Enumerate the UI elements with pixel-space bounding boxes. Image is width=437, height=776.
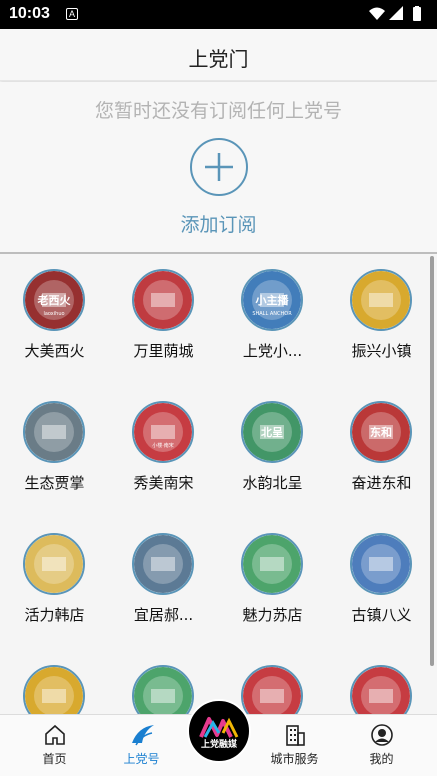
account-name: 宜居郝...: [133, 606, 194, 624]
account-logo: 东和: [350, 401, 412, 463]
header: 上党门: [0, 29, 437, 81]
tab-city-services[interactable]: 城市服务: [251, 715, 338, 776]
account-logo: [350, 269, 412, 331]
tab-shangdang-label: 上党号: [123, 752, 160, 766]
account-item[interactable]: 东和 奋进东和: [327, 388, 436, 520]
account-logo-subtext: laoxihuo: [43, 311, 64, 317]
account-name: 万里荫城: [133, 342, 194, 360]
account-logo-subtext: SHALL ANCHOR: [252, 311, 292, 317]
plus-icon: [205, 153, 233, 181]
tab-city-services-label: 城市服务: [270, 752, 319, 766]
account-item[interactable]: 活力韩店: [0, 520, 109, 652]
account-name: 魅力苏店: [242, 606, 303, 624]
account-item[interactable]: 宜居郝...: [109, 520, 218, 652]
add-subscription-label[interactable]: 添加订阅: [0, 210, 437, 237]
tab-mine[interactable]: 我的: [338, 715, 425, 776]
account-logo: [350, 533, 412, 595]
account-item[interactable]: 古镇八义: [327, 520, 436, 652]
account-item[interactable]: 振兴小镇: [327, 256, 436, 388]
account-logo-text: 北呈: [261, 425, 283, 439]
center-logo-button[interactable]: 上党融媒: [187, 699, 251, 763]
status-time: 10:03: [9, 5, 50, 22]
home-icon: [45, 724, 65, 745]
account-name: 生态贾掌: [24, 474, 85, 492]
add-subscription-button[interactable]: [190, 138, 248, 196]
account-logo: [241, 533, 303, 595]
status-bar: 10:03 A: [0, 0, 437, 29]
subscribe-section: 您暂时还没有订阅任何上党号 添加订阅: [0, 82, 437, 254]
tab-home[interactable]: 首页: [11, 715, 98, 776]
account-logo: [132, 269, 194, 331]
account-name: 振兴小镇: [351, 342, 412, 360]
center-logo-text: 上党融媒: [200, 740, 237, 750]
account-name: 秀美南宋: [133, 474, 194, 492]
account-name: 大美西火: [24, 342, 85, 360]
account-item[interactable]: 小楼·南宋秀美南宋: [109, 388, 218, 520]
tab-home-label: 首页: [42, 752, 67, 766]
account-name: 活力韩店: [24, 606, 85, 624]
account-item[interactable]: 老西火 laoxihuo 大美西火: [0, 256, 109, 388]
account-item[interactable]: 万里荫城: [109, 256, 218, 388]
account-logo: [23, 533, 85, 595]
account-name: 上党小...: [242, 342, 303, 360]
scrollbar[interactable]: [430, 256, 434, 666]
account-name: 水韵北呈: [242, 474, 303, 492]
account-logo-text: 老西火: [37, 293, 72, 307]
account-name: 奋进东和: [351, 474, 412, 492]
account-logo: 老西火 laoxihuo: [23, 269, 85, 331]
account-name: 古镇八义: [351, 606, 412, 624]
tab-mine-label: 我的: [369, 752, 394, 766]
user-icon: [371, 724, 393, 746]
building-icon: [286, 725, 305, 746]
notification-icon: A: [66, 8, 78, 20]
account-logo: 北呈: [241, 401, 303, 463]
tab-shangdang[interactable]: 上党号: [98, 715, 185, 776]
account-item[interactable]: 小主播 SHALL ANCHOR 上党小...: [218, 256, 327, 388]
account-logo: [132, 533, 194, 595]
status-icons: [367, 6, 429, 26]
account-item[interactable]: 魅力苏店: [218, 520, 327, 652]
account-logo-text: 东和: [370, 425, 392, 439]
account-logo: 小楼·南宋: [132, 401, 194, 463]
wifi-signal-battery-icon: [369, 6, 421, 21]
account-logo: 小主播 SHALL ANCHOR: [241, 269, 303, 331]
account-logo-subtext: 小楼·南宋: [152, 442, 174, 449]
account-logo: [23, 401, 85, 463]
account-item[interactable]: 北呈 水韵北呈: [218, 388, 327, 520]
shangdang-icon: [132, 725, 154, 746]
account-item[interactable]: 生态贾掌: [0, 388, 109, 520]
empty-subscription-message: 您暂时还没有订阅任何上党号: [94, 100, 342, 122]
page-title: 上党门: [188, 47, 249, 71]
account-logo-text: 小主播: [255, 293, 290, 307]
